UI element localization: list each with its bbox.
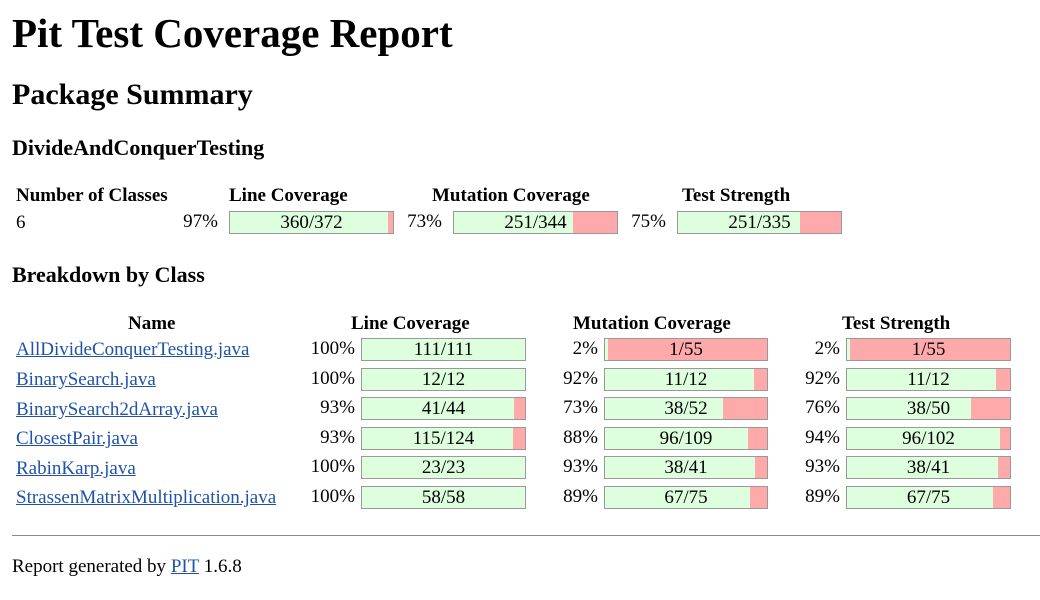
line-coverage-label: 111/111 [413,339,474,360]
summary-line-coverage-label: 360/372 [280,212,343,233]
mutation-coverage-label: 96/109 [659,428,713,449]
class-link[interactable]: ClosestPair.java [16,428,138,450]
number-of-classes-value: 6 [16,212,26,233]
line-coverage-bar: 111/111 [361,338,526,361]
test-strength-percent: 76% [805,397,840,418]
mutation-coverage-percent: 93% [563,456,598,477]
report-title: Pit Test Coverage Report [12,10,453,56]
footer-divider [12,535,1040,536]
mutation-coverage-percent: 2% [572,338,598,359]
line-coverage-bar: 23/23 [361,456,526,479]
line-coverage-label: 115/124 [412,428,475,449]
test-strength-percent: 94% [805,427,840,448]
breakdown-header-name: Name [128,313,176,334]
line-coverage-label: 58/58 [421,487,466,508]
summary-line-coverage-bar: 360/372 [229,211,394,234]
mutation-coverage-bar: 1/55 [604,338,768,361]
footer-version: 1.6.8 [203,556,242,577]
line-coverage-label: 12/12 [421,369,466,390]
mutation-coverage-label: 38/41 [664,457,708,478]
line-coverage-label: 41/44 [421,398,466,419]
summary-mutation-percent: 73% [407,211,442,232]
line-coverage-percent: 100% [310,368,355,389]
summary-line-percent: 97% [183,211,218,232]
test-strength-bar: 38/50 [846,397,1011,420]
class-link[interactable]: BinarySearch.java [16,369,156,391]
line-coverage-percent: 93% [320,397,355,418]
test-strength-bar: 96/102 [846,427,1011,450]
test-strength-bar: 38/41 [846,456,1011,479]
breakdown-heading: Breakdown by Class [12,262,205,287]
pit-link[interactable]: PIT [171,556,199,577]
mutation-coverage-percent: 73% [563,397,598,418]
mutation-coverage-bar: 11/12 [604,368,768,391]
package-name-heading: DivideAndConquerTesting [12,135,265,160]
test-strength-label: 11/12 [907,369,950,390]
breakdown-header-test-strength: Test Strength [842,313,951,334]
test-strength-percent: 89% [805,486,840,507]
test-strength-label: 67/75 [906,487,951,508]
mutation-coverage-label: 1/55 [669,339,703,360]
test-strength-percent: 92% [805,368,840,389]
header-test-strength: Test Strength [682,185,791,206]
test-strength-percent: 2% [814,338,840,359]
test-strength-label: 1/55 [911,339,946,360]
line-coverage-bar: 12/12 [361,368,526,391]
line-coverage-percent: 100% [310,338,355,359]
breakdown-header-mutation-coverage: Mutation Coverage [573,313,731,334]
report-footer: Report generated by PIT 1.6.8 [12,556,242,578]
header-number-of-classes: Number of Classes [16,185,168,206]
mutation-coverage-bar: 96/109 [604,427,768,450]
mutation-coverage-bar: 38/52 [604,397,768,420]
mutation-coverage-bar: 38/41 [604,456,768,479]
line-coverage-bar: 58/58 [361,486,526,509]
footer-prefix: Report generated by [12,556,167,577]
test-strength-label: 38/50 [906,398,951,419]
line-coverage-percent: 93% [320,427,355,448]
summary-mutation-coverage-label: 251/344 [504,212,567,233]
summary-test-strength-bar: 251/335 [677,211,842,234]
mutation-coverage-label: 11/12 [664,369,708,390]
line-coverage-bar: 41/44 [361,397,526,420]
class-link[interactable]: StrassenMatrixMultiplication.java [16,487,276,509]
test-strength-bar: 11/12 [846,368,1011,391]
test-strength-bar: 1/55 [846,338,1011,361]
mutation-coverage-bar: 67/75 [604,486,768,509]
test-strength-bar: 67/75 [846,486,1011,509]
mutation-coverage-label: 38/52 [664,398,708,419]
mutation-coverage-percent: 88% [563,427,598,448]
line-coverage-percent: 100% [310,486,355,507]
test-strength-label: 96/102 [902,428,955,449]
mutation-coverage-percent: 92% [563,368,598,389]
summary-test-strength-label: 251/335 [728,212,791,233]
breakdown-header-line-coverage: Line Coverage [351,313,470,334]
summary-strength-percent: 75% [631,211,666,232]
line-coverage-label: 23/23 [421,457,466,478]
test-strength-label: 38/41 [906,457,951,478]
class-link[interactable]: RabinKarp.java [16,458,136,480]
mutation-coverage-percent: 89% [563,486,598,507]
line-coverage-bar: 115/124 [361,427,526,450]
header-line-coverage: Line Coverage [229,185,348,206]
mutation-coverage-label: 67/75 [664,487,708,508]
package-summary-heading: Package Summary [12,78,253,111]
header-mutation-coverage: Mutation Coverage [432,185,590,206]
test-strength-percent: 93% [805,456,840,477]
class-link[interactable]: AllDivideConquerTesting.java [16,339,249,361]
line-coverage-percent: 100% [310,456,355,477]
class-link[interactable]: BinarySearch2dArray.java [16,399,218,421]
summary-mutation-coverage-bar: 251/344 [453,211,618,234]
